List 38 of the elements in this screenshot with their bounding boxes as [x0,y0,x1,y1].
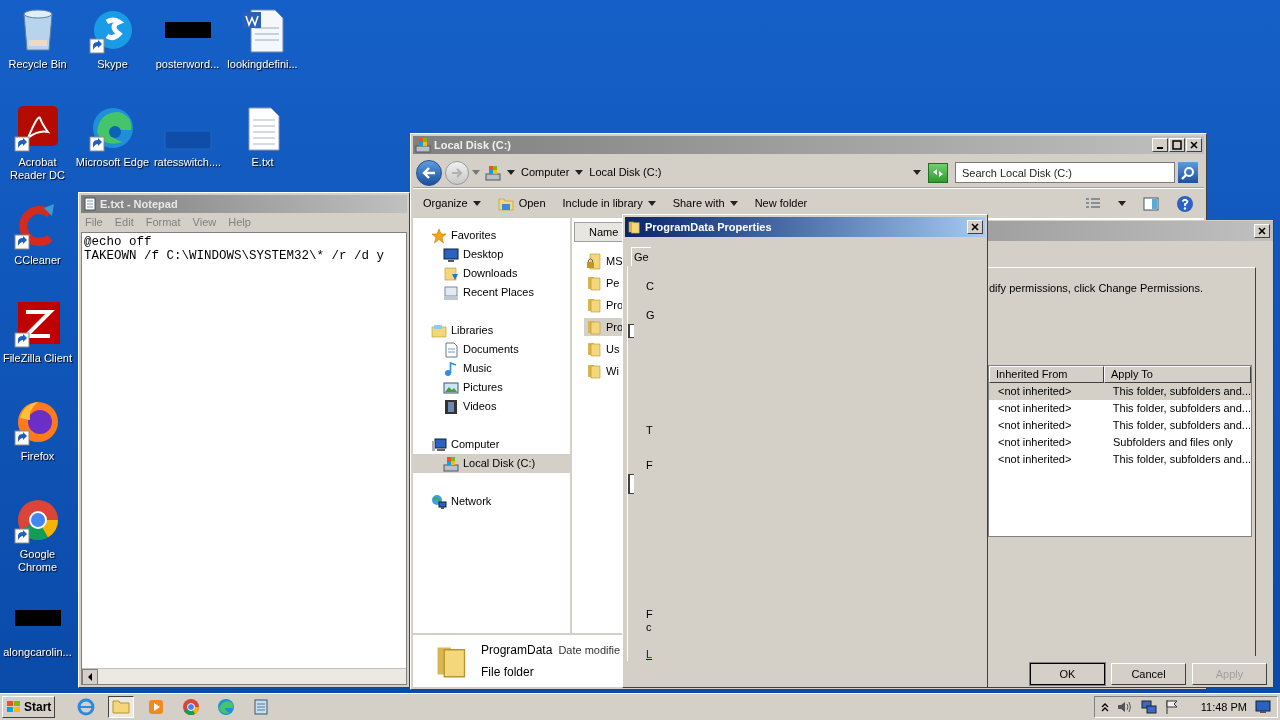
label-fragment: c [646,621,652,634]
text-line: @echo off [84,235,152,249]
icon-label: Skype [96,58,129,71]
window-title: ProgramData Properties [645,219,773,235]
icon-label: CCleaner [13,254,62,267]
label-fragment: F [646,459,653,473]
icon-label: ratesswitch.... [152,156,223,169]
instruction-text: dify permissions, click Change Permissions. [989,281,1204,296]
table-cell-text: This folder, subfolders and... [1111,383,1251,399]
detail-label: Date modifie [558,643,621,658]
table-cell-text: <not inherited> [997,400,1073,416]
icon-label: Recycle Bin [7,58,68,71]
table-cell-text: This folder, subfolders and... [1111,417,1251,433]
icon-label: Microsoft Edge [74,156,151,169]
table-cell-text: <not inherited> [997,434,1073,450]
table-cell-text: <not inherited> [997,383,1073,399]
label-fragment: C [646,280,654,293]
window-title: E.txt - Notepad [100,196,178,212]
icon-label: E.txt [250,156,275,169]
text-line: TAKEOWN /f C:\WINDOWS\SYSTEM32\* /r /d y [84,249,385,263]
window-title: Local Disk (C:) [434,137,512,153]
icon-label: Google Chrome [16,548,59,574]
label-fragment: G [646,309,655,322]
table-cell-text: <not inherited> [997,417,1073,433]
icon-label: Acrobat Reader DC [9,156,66,182]
file-name: ProgramData [481,642,553,659]
table-cell-text: This folder, subfolders and... [1111,400,1251,416]
icon-label: Firefox [19,450,56,463]
icon-label: lookingdefini... [226,58,299,71]
table-cell-text: <not inherited> [997,451,1073,467]
label-fragment: F [646,608,653,621]
label-fragment: T [646,424,653,438]
table-cell-text: Subfolders and files only [1112,434,1234,450]
table-cell-text: This folder, subfolders and... [1111,451,1251,467]
file-type: File folder [481,664,535,681]
icon-label: alongcarolin... [2,646,73,659]
icon-label: posterword... [154,58,221,71]
icon-label: FileZilla Client [1,352,74,365]
